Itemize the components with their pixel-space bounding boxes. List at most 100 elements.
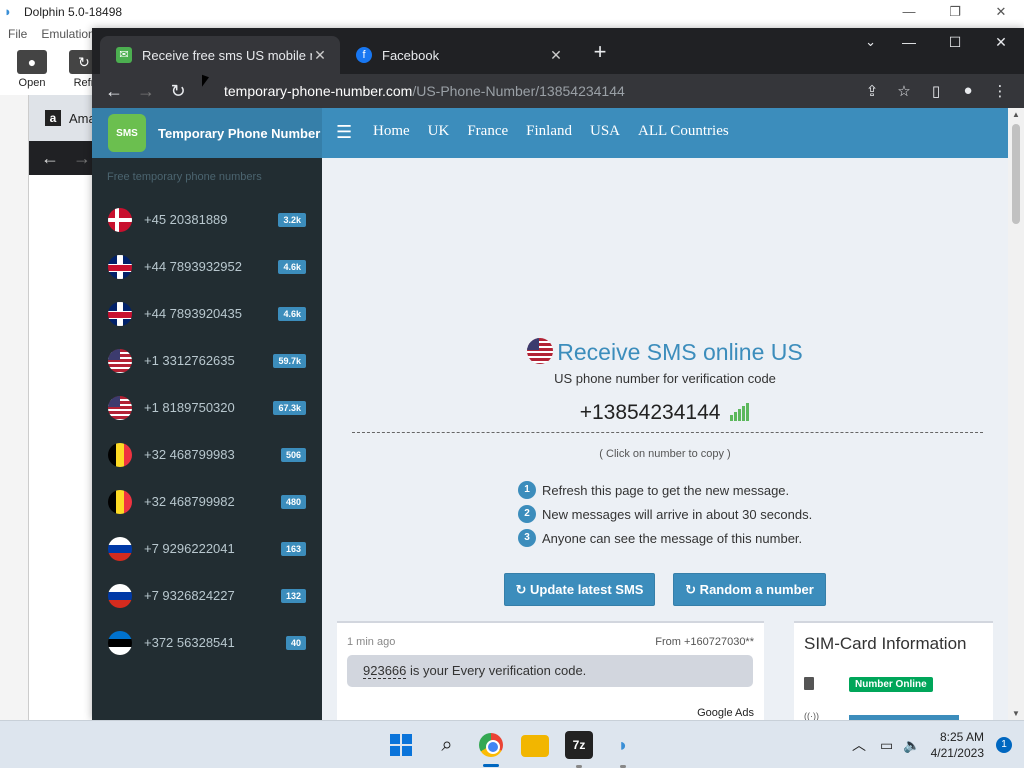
search-icon[interactable]: ⌕ <box>433 731 461 759</box>
menu-file[interactable]: File <box>8 27 27 41</box>
star-icon[interactable]: ☆ <box>888 82 920 100</box>
tab-search-icon[interactable]: ⌄ <box>865 30 876 54</box>
clock-date: 4/21/2023 <box>930 746 984 760</box>
sidebar-item-number[interactable]: +1 3312762635 59.7k <box>92 337 322 384</box>
message-text: is your Every verification code. <box>406 663 587 678</box>
chevron-up-icon[interactable]: ︿ <box>852 735 866 755</box>
chrome-window: ✉ Receive free sms US mobile numb ✕ f Fa… <box>92 28 1024 720</box>
us-flag-icon <box>527 338 554 364</box>
volume-icon[interactable]: 🔈 <box>903 737 920 754</box>
back-icon[interactable]: ← <box>98 81 130 102</box>
message-count-badge: 4.6k <box>278 260 306 274</box>
url-path: /US-Phone-Number/13854234144 <box>412 83 625 99</box>
sidebar-item-label: +372 56328541 <box>144 635 235 650</box>
nav-france[interactable]: France <box>467 123 508 140</box>
message-count-badge: 506 <box>280 448 306 462</box>
site-header: SMS Temporary Phone Number ☰ Home UK Fra… <box>92 108 1008 158</box>
instruction-step: 3 Anyone can see the message of this numb… <box>518 526 812 550</box>
minimize-icon[interactable]: — <box>886 28 932 56</box>
sidebar-item-number[interactable]: +45 20381889 3.2k <box>92 196 322 243</box>
divider <box>352 432 983 433</box>
sidebar-item-label: +44 7893932952 <box>144 259 242 274</box>
sidebar-item-number[interactable]: +32 468799983 506 <box>92 431 322 478</box>
sidebar-item-number[interactable]: +44 7893920435 4.6k <box>92 290 322 337</box>
forward-icon[interactable]: → <box>130 81 162 102</box>
tab-sms[interactable]: ✉ Receive free sms US mobile numb ✕ <box>100 36 340 74</box>
step-text: New messages will arrive in about 30 sec… <box>542 506 813 522</box>
nav-uk[interactable]: UK <box>428 123 450 140</box>
update-latest-sms-button[interactable]: ↻ Update latest SMS <box>504 573 655 606</box>
flag-gb-icon <box>108 301 132 326</box>
network-icon[interactable]: ▭ <box>880 737 893 754</box>
sidebar-item-number[interactable]: +1 8189750320 67.3k <box>92 384 322 431</box>
maximize-icon[interactable]: ☐ <box>932 28 978 56</box>
flag-dk-icon <box>108 207 132 232</box>
sidebar-item-number[interactable]: +7 9296222041 163 <box>92 525 322 572</box>
step-number: 3 <box>518 529 536 547</box>
file-explorer-icon[interactable] <box>521 735 549 757</box>
notification-badge[interactable]: 1 <box>996 737 1012 753</box>
back-icon[interactable]: ← <box>41 148 59 169</box>
phone-number[interactable]: +13854234144 <box>322 401 1008 427</box>
menu-icon[interactable]: ⋮ <box>984 82 1016 100</box>
sidebar-item-label: +7 9326824227 <box>144 588 235 603</box>
sidebar-item-number[interactable]: +44 7893932952 4.6k <box>92 243 322 290</box>
open-button[interactable]: ● Open <box>14 50 50 89</box>
share-icon[interactable]: ⇪ <box>856 82 888 100</box>
menu-emulation[interactable]: Emulation <box>41 27 94 41</box>
close-tab-icon[interactable]: ✕ <box>548 47 564 64</box>
dolphin-maximize-button[interactable]: ❐ <box>932 4 978 20</box>
sidepanel-icon[interactable]: ▯ <box>920 82 952 100</box>
active-indicator <box>483 764 499 767</box>
step-number: 1 <box>518 481 536 499</box>
start-icon[interactable] <box>389 733 413 757</box>
google-ads-label: Google Ads <box>697 707 754 719</box>
instruction-step: 2 New messages will arrive in about 30 se… <box>518 502 812 526</box>
sidebar-item-number[interactable]: +372 56328541 40 <box>92 619 322 666</box>
sidebar-item-label: +32 468799982 <box>144 494 235 509</box>
verification-code[interactable]: 923666 <box>363 663 407 679</box>
phone-number-text: +13854234144 <box>579 401 721 424</box>
7zip-icon[interactable]: 7z <box>565 731 593 759</box>
dolphin-minimize-button[interactable]: — <box>886 4 932 20</box>
sidebar-item-label: +45 20381889 <box>144 212 228 227</box>
tab-facebook[interactable]: f Facebook ✕ <box>340 36 576 74</box>
dolphin-title: Dolphin 5.0-18498 <box>24 5 123 19</box>
message-count-badge: 59.7k <box>273 354 306 368</box>
random-number-button[interactable]: ↻ Random a number <box>673 573 826 606</box>
sidebar-item-label: +1 3312762635 <box>144 353 235 368</box>
reload-icon[interactable]: ↻ <box>162 81 194 102</box>
flag-us-icon <box>108 348 132 373</box>
sidebar-item-number[interactable]: +32 468799982 480 <box>92 478 322 525</box>
hamburger-icon[interactable]: ☰ <box>336 122 352 143</box>
top-nav: Home UK France Finland USA ALL Countries <box>373 123 729 140</box>
message-time: 1 min ago <box>347 636 396 648</box>
message-bubble: 923666 is your Every verification code. <box>347 655 753 687</box>
profile-icon[interactable]: ● <box>952 82 984 100</box>
page-scrollbar[interactable]: ▲ ▼ <box>1008 108 1024 720</box>
logo[interactable]: SMS Temporary Phone Number <box>92 108 322 158</box>
address-bar[interactable]: temporary-phone-number.com/US-Phone-Numb… <box>224 83 856 99</box>
chrome-icon[interactable] <box>477 731 505 759</box>
sidebar-item-label: +44 7893920435 <box>144 306 242 321</box>
new-tab-button[interactable]: + <box>588 40 612 64</box>
step-number: 2 <box>518 505 536 523</box>
scroll-up-icon[interactable]: ▲ <box>1008 110 1024 119</box>
signal-icon <box>730 403 750 427</box>
tab-strip: ✉ Receive free sms US mobile numb ✕ f Fa… <box>92 28 1024 74</box>
clock[interactable]: 8:25 AM 4/21/2023 <box>931 729 984 761</box>
nav-all-countries[interactable]: ALL Countries <box>638 123 729 140</box>
message-count-badge: 3.2k <box>278 213 306 227</box>
forward-icon[interactable]: → <box>73 148 91 169</box>
close-window-icon[interactable]: ✕ <box>978 28 1024 56</box>
scrollbar-thumb[interactable] <box>1012 124 1020 224</box>
scroll-down-icon[interactable]: ▼ <box>1008 709 1024 718</box>
dolphin-app-icon[interactable]: ◗ <box>609 731 637 759</box>
nav-home[interactable]: Home <box>373 123 410 140</box>
tab-title: Receive free sms US mobile numb <box>142 47 312 63</box>
nav-finland[interactable]: Finland <box>526 123 572 140</box>
close-tab-icon[interactable]: ✕ <box>312 47 328 64</box>
nav-usa[interactable]: USA <box>590 123 620 140</box>
sidebar-item-number[interactable]: +7 9326824227 132 <box>92 572 322 619</box>
dolphin-close-button[interactable]: ✕ <box>978 4 1024 20</box>
